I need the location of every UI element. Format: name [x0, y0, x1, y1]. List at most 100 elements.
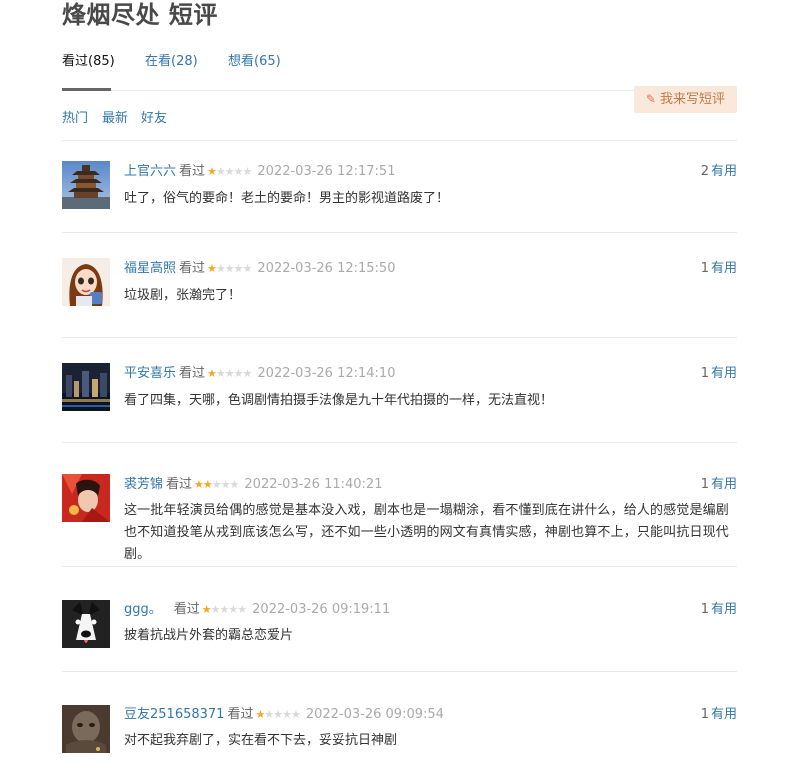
vote-area: 1 有用: [701, 260, 737, 278]
star-empty-icon: ★: [224, 165, 235, 178]
comment-text: 垃圾剧，张瀚完了！: [124, 288, 242, 303]
vote-count: 1: [700, 477, 709, 492]
comment-meta: 裘芳锦 看过 ★★★★★ 2022-03-26 11:40:21: [124, 476, 382, 494]
comment-username[interactable]: 豆友251658371: [124, 707, 224, 722]
comment-time: 2022-03-26 12:14:10: [257, 366, 396, 381]
avatar[interactable]: [62, 258, 110, 306]
tab-want-to-watch[interactable]: 想看(65): [228, 50, 281, 69]
rating-stars: ★★★★★: [201, 601, 247, 619]
comment-status: 看过: [173, 602, 200, 617]
star-empty-icon: ★: [215, 165, 226, 178]
rating-stars: ★★★★★: [194, 476, 240, 494]
star-empty-icon: ★: [242, 367, 253, 380]
comment-meta: 上官六六 看过 ★★★★★ 2022-03-26 12:17:51: [124, 163, 395, 181]
comment-meta: 豆友251658371 看过 ★★★★★ 2022-03-26 09:09:54: [124, 706, 444, 724]
comment-item: 福星高照 看过 ★★★★★ 2022-03-26 12:15:50 1 有用 垃圾剧，张…: [62, 233, 737, 338]
star-filled-icon: ★: [207, 262, 217, 275]
vote-count: 1: [700, 261, 709, 276]
useful-button[interactable]: 有用: [711, 366, 737, 381]
star-empty-icon: ★: [215, 262, 226, 275]
star-filled-icon: ★: [202, 478, 213, 491]
star-empty-icon: ★: [233, 165, 244, 178]
comment-username[interactable]: 平安喜乐: [124, 366, 176, 381]
star-empty-icon: ★: [233, 262, 244, 275]
vote-count: 1: [700, 707, 709, 722]
vote-count: 1: [700, 366, 709, 381]
comment-text: 看了四集，天哪，色调剧情拍摄手法像是九十年代拍摄的一样，无法直视！: [124, 393, 554, 408]
vote-area: 1 有用: [701, 601, 737, 619]
vote-count: 1: [700, 602, 709, 617]
useful-button[interactable]: 有用: [711, 707, 737, 722]
star-empty-icon: ★: [233, 367, 244, 380]
comment-text: 这一批年轻演员给偶的感觉是基本没入戏，剧本也是一塌糊涂，看不懂到底在讲什么，给人…: [124, 503, 729, 562]
star-empty-icon: ★: [220, 478, 231, 491]
useful-button[interactable]: 有用: [711, 602, 737, 617]
star-empty-icon: ★: [228, 603, 238, 616]
star-empty-icon: ★: [264, 708, 274, 721]
rating-stars: ★★★★★: [207, 260, 252, 278]
comment-text: 披着抗战片外套的霸总恋爱片: [124, 628, 294, 643]
useful-button[interactable]: 有用: [711, 477, 737, 492]
comment-status: 看过: [227, 707, 254, 722]
star-empty-icon: ★: [242, 165, 253, 178]
star-filled-icon: ★: [207, 165, 217, 178]
avatar[interactable]: [62, 705, 110, 753]
sort-hot[interactable]: 热门: [62, 107, 88, 126]
comment-meta: 平安喜乐 看过 ★★★★★ 2022-03-26 12:14:10: [124, 365, 395, 383]
star-empty-icon: ★: [290, 708, 301, 721]
star-empty-icon: ★: [224, 367, 235, 380]
comment-time: 2022-03-26 12:17:51: [257, 164, 396, 179]
comment-item: 平安喜乐 看过 ★★★★★ 2022-03-26 12:14:10 1 有用 看了四集，…: [62, 338, 737, 443]
avatar[interactable]: [62, 161, 110, 209]
comment-status: 看过: [179, 261, 206, 276]
star-filled-icon: ★: [194, 478, 204, 491]
star-empty-icon: ★: [210, 603, 221, 616]
comment-status: 看过: [179, 164, 206, 179]
vote-area: 1 有用: [701, 476, 737, 494]
rating-stars: ★★★★★: [207, 163, 253, 181]
rating-stars: ★★★★★: [255, 706, 301, 724]
comment-status: 看过: [166, 477, 193, 492]
star-filled-icon: ★: [201, 603, 212, 616]
comment-time: 2022-03-26 12:15:50: [257, 261, 396, 276]
comment-username[interactable]: 福星高照: [124, 261, 176, 276]
avatar[interactable]: [62, 363, 110, 411]
star-filled-icon: ★: [207, 367, 217, 380]
comment-time: 2022-03-26 09:09:54: [305, 707, 444, 722]
tab-watched[interactable]: 看过(85): [62, 50, 115, 69]
vote-area: 2 有用: [701, 163, 737, 181]
comment-item: 裘芳锦 看过 ★★★★★ 2022-03-26 11:40:21 1 有用 这一批年轻演…: [62, 443, 737, 567]
star-empty-icon: ★: [215, 367, 226, 380]
star-empty-icon: ★: [273, 708, 283, 721]
star-empty-icon: ★: [229, 478, 240, 491]
vote-count: 2: [700, 164, 709, 179]
comment-meta: 福星高照 看过 ★★★★★ 2022-03-26 12:15:50: [124, 260, 395, 278]
comment-status: 看过: [179, 366, 206, 381]
vote-area: 1 有用: [701, 706, 737, 724]
tab-watching[interactable]: 在看(28): [145, 50, 198, 69]
star-empty-icon: ★: [282, 708, 292, 721]
avatar[interactable]: [62, 600, 110, 648]
status-tabs: 看过(85) 在看(28) 想看(65) ✎ 我来写短评: [62, 42, 737, 113]
avatar[interactable]: [62, 474, 110, 522]
comment-meta: ggg。 看过 ★★★★★ 2022-03-26 09:19:11: [124, 601, 390, 619]
star-filled-icon: ★: [255, 708, 265, 721]
useful-button[interactable]: 有用: [711, 261, 737, 276]
comment-item: 豆友251658371 看过 ★★★★★ 2022-03-26 09:09:54 1有…: [62, 672, 737, 772]
star-empty-icon: ★: [224, 262, 235, 275]
star-empty-icon: ★: [237, 603, 247, 616]
comment-username[interactable]: 上官六六: [124, 164, 176, 179]
comment-text: 吐了，俗气的要命！老土的要命！男主的影视道路废了！: [124, 191, 450, 206]
rating-stars: ★★★★★: [207, 365, 253, 383]
comment-time: 2022-03-26 11:40:21: [244, 477, 383, 492]
page-container: 烽烟尽处 短评 看过(85) 在看(28) 想看(65) ✎ 我来写短评 热门 最…: [62, 0, 737, 772]
useful-button[interactable]: 有用: [711, 164, 737, 179]
comment-time: 2022-03-26 09:19:11: [252, 602, 391, 617]
sort-friends[interactable]: 好友: [141, 107, 167, 126]
comment-username[interactable]: ggg。: [124, 602, 162, 617]
comment-username[interactable]: 裘芳锦: [124, 477, 163, 492]
vote-area: 1 有用: [701, 365, 737, 383]
sort-latest[interactable]: 最新: [102, 107, 128, 126]
comment-text: 对不起我弃剧了，实在看不下去，妥妥抗日神剧: [124, 733, 398, 748]
page-title: 烽烟尽处 短评: [62, 1, 218, 29]
